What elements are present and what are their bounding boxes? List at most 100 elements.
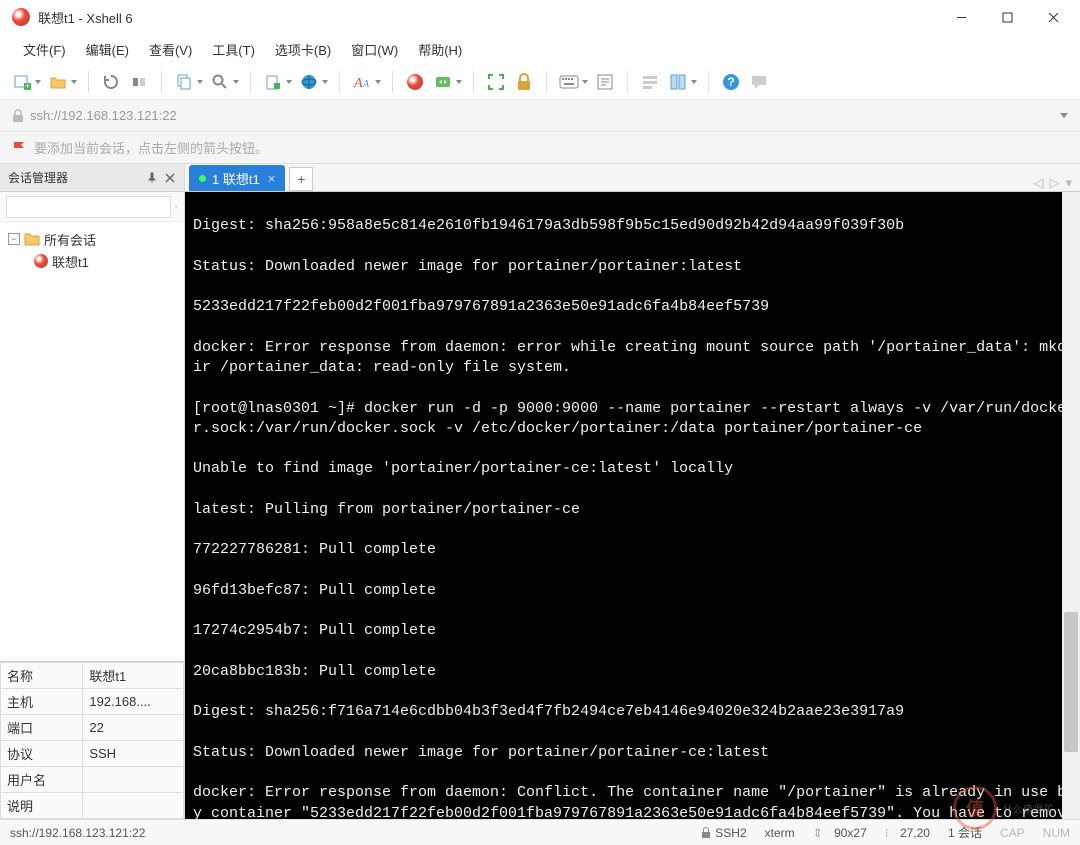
close-button[interactable] (1030, 2, 1076, 32)
find-button[interactable] (208, 70, 232, 94)
separator (161, 71, 162, 93)
xshell-button[interactable] (403, 70, 427, 94)
layout-button[interactable] (666, 70, 690, 94)
close-icon[interactable] (164, 172, 176, 184)
terminal-line: Digest: sha256:f716a714e6cdbb04b3f3ed4f7… (193, 702, 1074, 722)
main-area: 会话管理器 − 所有会话 联想t1 名称联想t1 主机192.168.... (0, 164, 1080, 819)
fullscreen-button[interactable] (484, 70, 508, 94)
lock-icon (701, 827, 711, 839)
help-button[interactable]: ? (719, 70, 743, 94)
terminal-line: Status: Downloaded newer image for porta… (193, 743, 1074, 763)
font-button[interactable]: AA (350, 70, 374, 94)
status-num: NUM (1043, 826, 1070, 840)
tab-close-icon[interactable]: × (268, 171, 276, 186)
menu-file[interactable]: 文件(F) (14, 36, 75, 63)
title-bar: 联想t1 - Xshell 6 (0, 0, 1080, 34)
terminal-line: 772227786281: Pull complete (193, 540, 1074, 560)
paste-button[interactable] (261, 70, 285, 94)
sidebar-search-row (0, 192, 184, 222)
tab-prev-icon[interactable]: ◁ (1033, 175, 1043, 191)
hint-bar: 要添加当前会话，点击左侧的箭头按钮。 (0, 132, 1080, 164)
address-bar[interactable]: ssh://192.168.123.121:22 (0, 100, 1080, 132)
terminal-line: docker: Error response from daemon: Conf… (193, 783, 1074, 819)
prop-row-user: 用户名 (1, 767, 184, 793)
tab-add-button[interactable]: + (289, 167, 313, 191)
panel-title: 会话管理器 (8, 169, 68, 186)
search-icon[interactable] (175, 198, 178, 216)
window-title: 联想t1 - Xshell 6 (38, 8, 938, 27)
script-button[interactable] (593, 70, 617, 94)
tab-next-icon[interactable]: ▷ (1049, 175, 1059, 191)
terminal-line: 96fd13befc87: Pull complete (193, 581, 1074, 601)
prop-row-desc: 说明 (1, 793, 184, 819)
app-icon (12, 8, 30, 26)
session-properties: 名称联想t1 主机192.168.... 端口22 协议SSH 用户名 说明 (0, 661, 184, 819)
menu-tabs[interactable]: 选项卡(B) (266, 36, 340, 63)
tab-bar: 1 联想t1 × + ◁ ▷ ▾ (185, 164, 1080, 192)
lock-button[interactable] (512, 70, 536, 94)
chevron-down-icon[interactable] (1060, 113, 1068, 118)
copy-button[interactable] (172, 70, 196, 94)
separator (250, 71, 251, 93)
status-caps: CAP (1000, 826, 1025, 840)
menu-edit[interactable]: 编辑(E) (77, 36, 138, 63)
scrollbar[interactable] (1062, 192, 1080, 819)
separator (627, 71, 628, 93)
svg-text:A: A (362, 79, 370, 90)
prop-row-port: 端口22 (1, 715, 184, 741)
flag-icon (12, 140, 28, 156)
scroll-thumb[interactable] (1064, 612, 1078, 752)
svg-text:+: + (25, 81, 30, 91)
toolbar: + AA ? (0, 64, 1080, 100)
menu-help[interactable]: 帮助(H) (409, 36, 471, 63)
session-tree[interactable]: − 所有会话 联想t1 (0, 222, 184, 661)
terminal-line: Status: Downloaded newer image for porta… (193, 257, 1074, 277)
session-manager-panel: 会话管理器 − 所有会话 联想t1 名称联想t1 主机192.168.... (0, 164, 185, 819)
menu-tools[interactable]: 工具(T) (203, 36, 264, 63)
status-bar: ssh://192.168.123.121:22 SSH2 xterm ⇕ 90… (0, 819, 1080, 845)
terminal-line: latest: Pulling from portainer/portainer… (193, 500, 1074, 520)
session-icon (34, 254, 48, 268)
status-pos: ⁝ 27,20 (885, 826, 930, 840)
language-button[interactable] (297, 70, 321, 94)
lock-icon (12, 109, 24, 123)
chat-button[interactable] (747, 70, 771, 94)
minimize-button[interactable] (938, 2, 984, 32)
highlight-button[interactable] (638, 70, 662, 94)
status-size: ⇕ 90x27 (813, 826, 867, 840)
svg-text:A: A (353, 76, 363, 91)
address-text: ssh://192.168.123.121:22 (30, 108, 1060, 123)
disconnect-button[interactable] (127, 70, 151, 94)
panel-header: 会话管理器 (0, 164, 184, 192)
folder-icon (24, 232, 40, 246)
separator (546, 71, 547, 93)
terminal[interactable]: Digest: sha256:958a8e5c814e2610fb1946179… (185, 192, 1080, 819)
terminal-line: Digest: sha256:958a8e5c814e2610fb1946179… (193, 216, 1074, 236)
xftp-button[interactable] (431, 70, 455, 94)
sidebar-search-input[interactable] (6, 196, 171, 218)
tree-session-item[interactable]: 联想t1 (4, 250, 180, 272)
status-dot-icon (199, 175, 206, 182)
open-button[interactable] (46, 70, 70, 94)
status-term: xterm (765, 826, 795, 840)
prop-row-host: 主机192.168.... (1, 689, 184, 715)
reconnect-button[interactable] (99, 70, 123, 94)
terminal-line: [root@lnas0301 ~]# docker run -d -p 9000… (193, 399, 1074, 440)
collapse-icon[interactable]: − (8, 233, 20, 245)
keyboard-button[interactable] (557, 70, 581, 94)
tab-label: 1 联想t1 (212, 169, 260, 188)
separator (708, 71, 709, 93)
menu-view[interactable]: 查看(V) (140, 36, 201, 63)
tab-menu-icon[interactable]: ▾ (1065, 175, 1072, 191)
pin-icon[interactable] (146, 172, 158, 184)
menu-window[interactable]: 窗口(W) (342, 36, 407, 63)
prop-row-name: 名称联想t1 (1, 663, 184, 689)
terminal-line: 20ca8bbc183b: Pull complete (193, 662, 1074, 682)
new-session-button[interactable]: + (10, 70, 34, 94)
separator (88, 71, 89, 93)
tree-root[interactable]: − 所有会话 (4, 228, 180, 250)
separator (392, 71, 393, 93)
session-tab[interactable]: 1 联想t1 × (189, 165, 285, 191)
separator (339, 71, 340, 93)
maximize-button[interactable] (984, 2, 1030, 32)
